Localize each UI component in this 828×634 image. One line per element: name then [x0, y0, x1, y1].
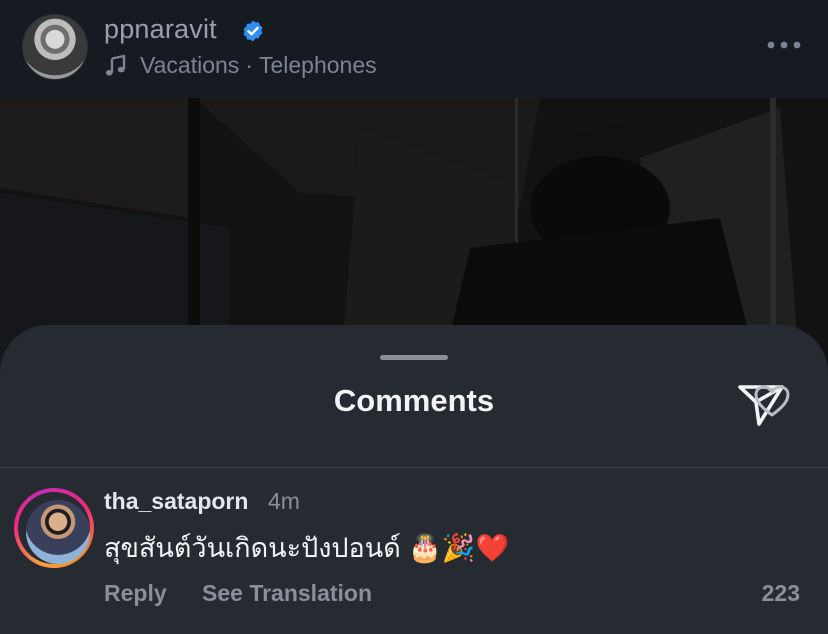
artist-name: Telephones — [258, 52, 377, 78]
like-count: 223 — [761, 580, 800, 606]
comment-text: สุขสันต์วันเกิดนะปังปอนด์ 🎂🎉❤️ — [104, 533, 510, 563]
reply-button[interactable]: Reply — [104, 580, 167, 607]
comment-timestamp: 4m — [268, 488, 300, 514]
author-avatar[interactable] — [22, 14, 88, 80]
author-username[interactable]: ppnaravit — [104, 14, 217, 45]
song-title: Vacations — [140, 52, 240, 78]
verified-badge-icon — [243, 20, 263, 42]
comment-item: tha_sataporn 4m สุขสันต์วันเกิดนะปังปอนด… — [0, 468, 828, 634]
comments-sheet: Comments tha_sataporn 4m สุขสันต์วันเกิด… — [0, 325, 828, 634]
reels-comments-screen: ppnaravit Vacations · Telephones Comment… — [0, 0, 828, 634]
commenter-username[interactable]: tha_sataporn — [104, 488, 248, 515]
music-separator: · — [245, 52, 253, 78]
story-ring-gap — [18, 492, 90, 564]
sheet-title: Comments — [333, 383, 495, 418]
sheet-drag-handle[interactable] — [380, 355, 448, 360]
audio-attribution[interactable]: Vacations · Telephones — [104, 52, 377, 79]
heart-icon[interactable] — [753, 384, 791, 418]
more-horizontal-icon[interactable] — [766, 38, 802, 52]
commenter-avatar[interactable] — [26, 500, 90, 564]
see-translation-button[interactable]: See Translation — [202, 580, 372, 607]
story-ring[interactable] — [14, 488, 94, 568]
music-note-icon — [105, 54, 126, 76]
post-header: ppnaravit Vacations · Telephones — [0, 0, 828, 98]
